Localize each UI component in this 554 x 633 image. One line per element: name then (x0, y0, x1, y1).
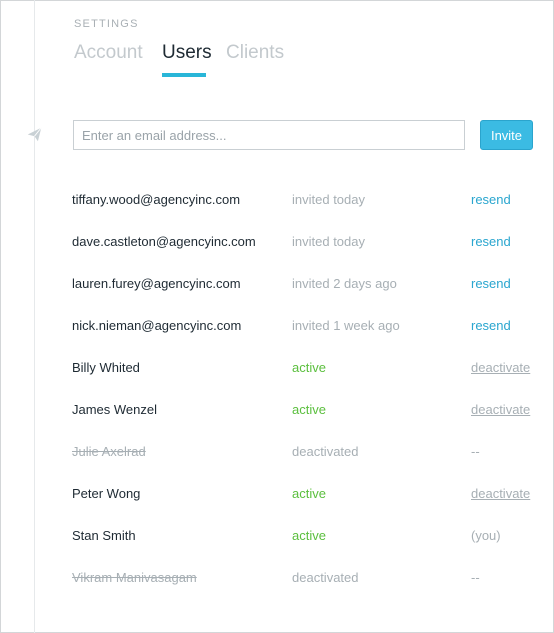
user-row: James Wenzel active deactivate (0, 389, 554, 431)
user-row: tiffany.wood@agencyinc.com invited today r… (0, 179, 554, 221)
user-status: invited today (292, 192, 365, 207)
user-name: nick.nieman@agencyinc.com (72, 318, 242, 333)
email-input[interactable] (73, 120, 465, 150)
user-row: Billy Whited active deactivate (0, 347, 554, 389)
user-row: dave.castleton@agencyinc.com invited toda… (0, 221, 554, 263)
user-status: active (292, 360, 326, 375)
user-name: Vikram Manivasagam (72, 570, 197, 585)
tab-clients[interactable]: Clients (226, 42, 284, 64)
user-action-text: -- (471, 570, 480, 585)
user-status: invited today (292, 234, 365, 249)
user-list: tiffany.wood@agencyinc.com invited today r… (0, 179, 554, 599)
deactivate-link[interactable]: deactivate (471, 360, 530, 375)
resend-link[interactable]: resend (471, 318, 511, 333)
user-name: lauren.furey@agencyinc.com (72, 276, 241, 291)
user-name: Peter Wong (72, 486, 141, 501)
paper-plane-icon (27, 127, 42, 142)
deactivate-link[interactable]: deactivate (471, 486, 530, 501)
user-name: Billy Whited (72, 360, 140, 375)
user-action-text: -- (471, 444, 480, 459)
user-status: active (292, 486, 326, 501)
user-name: Stan Smith (72, 528, 136, 543)
user-status: deactivated (292, 444, 359, 459)
user-name: dave.castleton@agencyinc.com (72, 234, 256, 249)
user-status: active (292, 402, 326, 417)
resend-link[interactable]: resend (471, 276, 511, 291)
user-status: active (292, 528, 326, 543)
user-row: Peter Wong active deactivate (0, 473, 554, 515)
user-row: Julie Axelrad deactivated -- (0, 431, 554, 473)
user-status: invited 2 days ago (292, 276, 397, 291)
user-status: invited 1 week ago (292, 318, 400, 333)
tab-account[interactable]: Account (74, 42, 143, 64)
user-name: tiffany.wood@agencyinc.com (72, 192, 241, 207)
user-row: Vikram Manivasagam deactivated -- (0, 557, 554, 599)
user-action-text: (you) (471, 528, 501, 543)
user-row: nick.nieman@agencyinc.com invited 1 week … (0, 305, 554, 347)
user-name: James Wenzel (72, 402, 158, 417)
deactivate-link[interactable]: deactivate (471, 402, 530, 417)
user-row: lauren.furey@agencyinc.com invited 2 days… (0, 263, 554, 305)
section-label: SETTINGS (74, 18, 139, 30)
invite-button[interactable]: Invite (480, 120, 533, 150)
user-status: deactivated (292, 570, 359, 585)
user-name: Julie Axelrad (72, 444, 146, 459)
tab-users[interactable]: Users (162, 42, 212, 64)
resend-link[interactable]: resend (471, 234, 511, 249)
resend-link[interactable]: resend (471, 192, 511, 207)
active-tab-indicator (162, 73, 206, 77)
user-row: Stan Smith active (you) (0, 515, 554, 557)
